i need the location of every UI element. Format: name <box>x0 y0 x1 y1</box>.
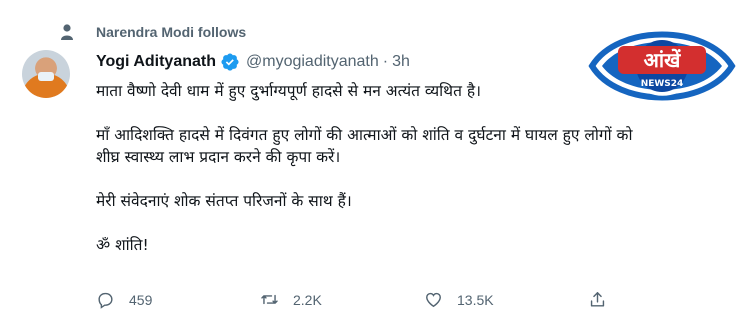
tweet-paragraph: मेरी संवेदनाएं शोक संतप्त परिजनों के साथ… <box>96 192 352 210</box>
reply-button[interactable]: 459 <box>96 290 260 309</box>
tweet-body: माता वैष्णो देवी धाम में हुए दुर्भाग्यपू… <box>96 80 656 278</box>
tweet-paragraph: माता वैष्णो देवी धाम में हुए दुर्भाग्यपू… <box>96 82 481 100</box>
share-button[interactable] <box>588 290 621 309</box>
verified-badge-icon <box>221 53 239 71</box>
timestamp[interactable]: 3h <box>392 53 410 71</box>
retweet-button[interactable]: 2.2K <box>260 290 424 309</box>
reply-icon <box>98 292 113 309</box>
share-icon <box>590 292 605 307</box>
tweet-paragraph: ॐ शांति! <box>96 236 149 254</box>
social-context-label[interactable]: Narendra Modi follows <box>96 24 246 40</box>
svg-text:NEWS24: NEWS24 <box>641 79 684 89</box>
news-channel-logo: आंखें NEWS24 <box>588 31 736 101</box>
user-handle[interactable]: @myogiadityanath <box>246 53 379 71</box>
tweet-header: Yogi Adityanath @myogiadityanath · 3h <box>96 52 410 72</box>
heart-icon <box>426 292 441 308</box>
like-button[interactable]: 13.5K <box>424 290 588 309</box>
reply-count: 459 <box>129 291 153 308</box>
like-count: 13.5K <box>457 291 494 308</box>
separator-dot: · <box>382 53 389 70</box>
tweet-actions: 459 2.2K 13.5K <box>96 290 656 309</box>
retweet-count: 2.2K <box>293 291 322 308</box>
retweet-icon <box>261 294 278 305</box>
avatar[interactable] <box>22 50 70 98</box>
svg-text:आंखें: आंखें <box>644 48 682 72</box>
social-context: Narendra Modi follows <box>60 24 246 40</box>
person-icon <box>61 24 73 40</box>
display-name[interactable]: Yogi Adityanath <box>96 53 216 71</box>
tweet-paragraph: माँ आदिशक्ति हादसे में दिवंगत हुए लोगों … <box>96 126 633 166</box>
